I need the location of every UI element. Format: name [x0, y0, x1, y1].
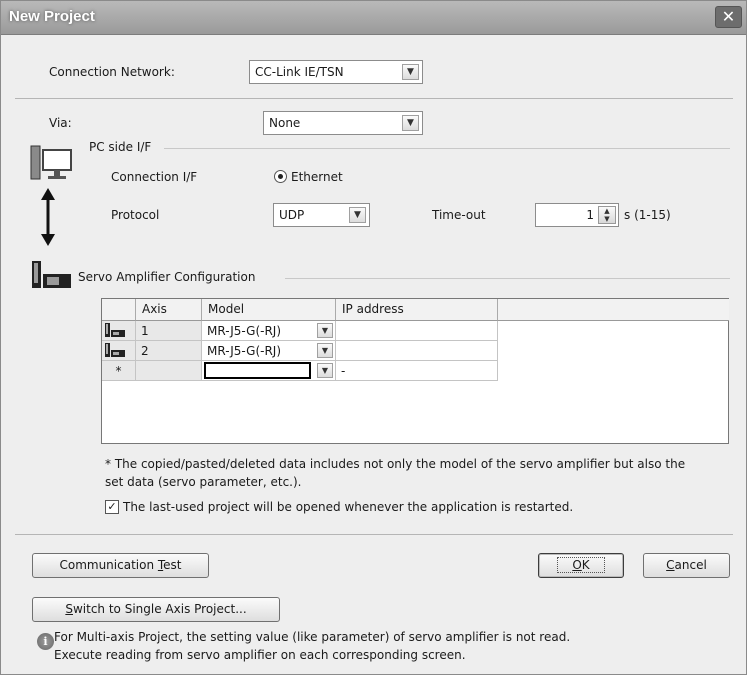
new-row-marker[interactable]: * [102, 361, 136, 381]
model-value: MR-J5-G(-RJ) [207, 324, 282, 338]
chevron-down-icon[interactable]: ▼ [317, 363, 333, 378]
chevron-down-icon[interactable]: ▼ [317, 343, 333, 358]
timeout-input[interactable]: 1 ▲ ▼ [535, 203, 619, 227]
copy-note-line1: * The copied/pasted/deleted data include… [105, 457, 686, 471]
separator [15, 534, 733, 535]
axis-cell [136, 361, 202, 381]
switch-accesskey: S [65, 602, 73, 616]
double-arrow-icon [41, 188, 55, 246]
model-select[interactable]: MR-J5-G(-RJ) ▼ [202, 321, 336, 341]
connection-network-value: CC-Link IE/TSN [255, 65, 344, 79]
info-icon: i [37, 633, 54, 650]
column-header-axis: Axis [136, 299, 202, 321]
cancel-label: ancel [674, 558, 707, 572]
column-header-model: Model [202, 299, 336, 321]
new-project-dialog: New Project ✕ Connection Network: CC-Lin… [0, 0, 747, 675]
timeout-label: Time-out [432, 208, 486, 222]
ip-cell[interactable] [336, 321, 498, 341]
column-header-blank [498, 299, 729, 321]
row-header[interactable] [102, 341, 136, 361]
ethernet-radio[interactable] [274, 170, 287, 183]
via-label: Via: [49, 116, 72, 130]
timeout-unit: s (1-15) [624, 208, 671, 222]
ok-button[interactable]: OK [538, 553, 624, 578]
protocol-value: UDP [279, 208, 305, 222]
cancel-accesskey: C [666, 558, 675, 572]
communication-test-label: Communication [59, 558, 158, 572]
copy-note-line2: set data (servo parameter, etc.). [105, 475, 302, 489]
separator [15, 98, 733, 99]
ip-cell[interactable] [336, 341, 498, 361]
chevron-down-icon[interactable]: ▼ [402, 115, 419, 131]
column-header-ip: IP address [336, 299, 498, 321]
spinner-icon[interactable]: ▲ ▼ [598, 206, 616, 224]
connection-if-label: Connection I/F [111, 170, 198, 184]
protocol-select[interactable]: UDP ▼ [273, 203, 370, 227]
protocol-label: Protocol [111, 208, 160, 222]
cancel-button[interactable]: Cancel [643, 553, 730, 578]
axis-cell: 1 [136, 321, 202, 341]
model-select[interactable]: ▼ [202, 361, 336, 381]
ip-cell[interactable]: - [336, 361, 498, 381]
axis-cell: 2 [136, 341, 202, 361]
ok-label: K [581, 558, 590, 572]
info-line1: For Multi-axis Project, the setting valu… [54, 630, 571, 644]
chevron-down-icon[interactable]: ▼ [402, 64, 419, 80]
servo-amplifier-icon [105, 323, 125, 337]
via-select[interactable]: None ▼ [263, 111, 423, 135]
group-line [285, 278, 730, 279]
communication-test-label-end: est [163, 558, 182, 572]
reopen-checkbox-label[interactable]: The last-used project will be opened whe… [123, 500, 573, 514]
communication-test-button[interactable]: Communication Test [32, 553, 209, 578]
via-value: None [269, 116, 301, 130]
timeout-value: 1 [586, 208, 594, 222]
group-line [164, 148, 730, 149]
title-bar[interactable]: New Project ✕ [1, 1, 746, 35]
servo-config-table: Axis Model IP address 1 MR-J5-G(-RJ) ▼ 2… [101, 298, 729, 444]
chevron-down-icon[interactable]: ▼ [317, 323, 333, 338]
table-corner [102, 299, 136, 321]
dialog-title: New Project [9, 8, 95, 25]
servo-amplifier-icon [105, 343, 125, 357]
ethernet-radio-label[interactable]: Ethernet [291, 170, 343, 184]
switch-label: witch to Single Axis Project... [72, 602, 247, 616]
pc-icon [30, 145, 72, 180]
close-button[interactable]: ✕ [715, 6, 742, 28]
connection-network-select[interactable]: CC-Link IE/TSN ▼ [249, 60, 423, 84]
chevron-down-icon[interactable]: ▼ [349, 207, 366, 223]
model-select[interactable]: MR-J5-G(-RJ) ▼ [202, 341, 336, 361]
ok-accesskey: O [572, 558, 582, 572]
model-value: MR-J5-G(-RJ) [207, 344, 282, 358]
row-header[interactable] [102, 321, 136, 341]
connection-network-label: Connection Network: [49, 65, 175, 79]
ok-focus: OK [557, 557, 605, 573]
servo-config-title: Servo Amplifier Configuration [78, 270, 256, 284]
pc-side-if-title: PC side I/F [89, 140, 152, 154]
model-edit-field[interactable] [204, 362, 311, 379]
info-line2: Execute reading from servo amplifier on … [54, 648, 466, 662]
reopen-checkbox[interactable]: ✓ [105, 500, 119, 514]
switch-single-axis-button[interactable]: Switch to Single Axis Project... [32, 597, 280, 622]
servo-amplifier-icon [32, 261, 71, 288]
